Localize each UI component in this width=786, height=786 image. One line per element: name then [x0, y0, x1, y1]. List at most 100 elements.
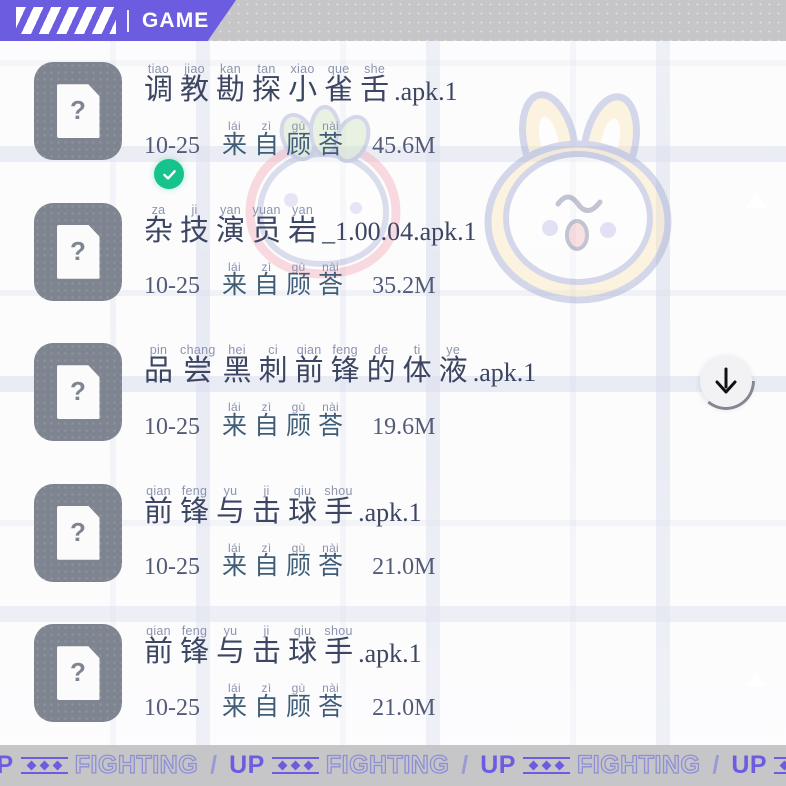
ruby-char: yan 岩 [288, 203, 317, 248]
unknown-file-icon: ? [34, 483, 122, 582]
han-character: 击 [252, 636, 282, 669]
han-character: 小 [288, 74, 318, 107]
document-glyph: ? [56, 84, 100, 139]
file-row[interactable]: ? pin 品 chang 尝 hei 黑 ci 刺 qian 前 feng 锋 de 的 ti 体 ye 液 .ap… [0, 322, 786, 463]
han-character: 自 [254, 131, 280, 159]
file-extension: .apk.1 [394, 76, 458, 106]
file-extension: _1.00.04.apk.1 [322, 217, 477, 247]
han-character: 技 [180, 214, 210, 247]
han-character: 球 [288, 495, 318, 528]
file-extension: .apk.1 [358, 498, 422, 528]
han-character: 前 [144, 636, 174, 669]
han-character: 手 [324, 495, 354, 528]
question-mark-icon: ? [70, 95, 86, 126]
file-row[interactable]: ? qian 前 feng 锋 yu 与 ji 击 qiu 球 shou 手 .apk.1 10-25 lái… [0, 463, 786, 604]
ruby-char: zì 自 [254, 401, 279, 440]
ruby-char: nài 荅 [318, 120, 343, 159]
file-source: lái 来 zì 自 gù 顾 nài 荅 [222, 401, 350, 440]
bottom-banner: UPFIGHTING/UPFIGHTING/UPFIGHTING/UPFIGHT… [0, 745, 786, 786]
document-glyph: ? [56, 224, 100, 279]
file-title: za 杂 ji 技 yan 演 yuan 员 yan 岩 _1.00.04.apk.1 [144, 203, 786, 248]
han-character: 荅 [318, 272, 344, 300]
banner-diamonds-icon [271, 757, 319, 774]
ruby-char: zì 自 [254, 542, 279, 581]
file-size: 35.2M [372, 273, 436, 300]
han-character: 舌 [360, 74, 390, 107]
file-source: lái 来 zì 自 gù 顾 nài 荅 [222, 120, 350, 159]
han-character: 手 [324, 636, 354, 669]
unknown-file-icon: ? [34, 624, 122, 723]
download-arrow-icon [715, 367, 737, 394]
han-character: 自 [254, 412, 280, 440]
han-character: 顾 [286, 553, 312, 581]
file-list[interactable]: ? tiao 调 jiao 教 kan 勘 tan 探 xiao 小 que 雀 she 舌 .apk.1 10… [0, 41, 786, 745]
han-character: 来 [222, 272, 248, 300]
file-date: 10-25 [144, 554, 200, 581]
app-header: GAME [0, 0, 786, 41]
file-extension: .apk.1 [472, 357, 537, 387]
ruby-char: ci 刺 [259, 344, 288, 388]
banner-diamonds-icon [20, 757, 68, 774]
banner-fighting-text: FIGHTING [576, 750, 701, 779]
file-info: tiao 调 jiao 教 kan 勘 tan 探 xiao 小 que 雀 she 舌 .apk.1 10-… [144, 63, 786, 159]
unknown-file-icon: ? [34, 62, 122, 161]
han-character: 锋 [180, 636, 210, 669]
han-character: 杂 [144, 214, 174, 247]
han-character: 顾 [286, 412, 312, 440]
ruby-char: chang 尝 [180, 344, 216, 388]
banner-fighting-text: FIGHTING [325, 750, 450, 779]
han-character: 来 [222, 553, 248, 581]
file-info: qian 前 feng 锋 yu 与 ji 击 qiu 球 shou 手 .apk.1 10-25 lái 来… [144, 625, 786, 721]
ruby-char: tan 探 [252, 63, 281, 107]
han-character: 品 [144, 355, 174, 388]
file-source: lái 来 zì 自 gù 顾 nài 荅 [222, 261, 350, 300]
ruby-char: ji 技 [180, 203, 210, 248]
han-character: 来 [222, 131, 248, 159]
han-character: 击 [252, 495, 282, 528]
han-character: 液 [438, 355, 468, 388]
file-row[interactable]: ? za 杂 ji 技 yan 演 yuan 员 yan 岩 _1.00.04.apk.1 10-25 l… [0, 182, 786, 323]
han-character: 雀 [324, 74, 354, 107]
question-mark-icon: ? [70, 235, 86, 266]
ruby-char: nài 荅 [318, 401, 343, 440]
han-character: 黑 [222, 355, 252, 388]
ruby-char: shou 手 [324, 625, 353, 669]
file-title: qian 前 feng 锋 yu 与 ji 击 qiu 球 shou 手 .apk.1 [144, 484, 786, 529]
ruby-char: tiao 调 [144, 63, 173, 107]
file-row[interactable]: ? tiao 调 jiao 教 kan 勘 tan 探 xiao 小 que 雀 she 舌 .apk.1 10… [0, 41, 786, 189]
han-character: 与 [216, 495, 246, 528]
file-meta: 10-25 lái 来 zì 自 gù 顾 nài 荅 45.6M [144, 120, 786, 159]
ruby-char: qiu 球 [288, 484, 318, 529]
download-button[interactable] [697, 352, 755, 410]
ruby-char: lái 来 [222, 682, 247, 721]
file-extension: .apk.1 [358, 638, 422, 668]
ruby-char: qian 前 [144, 484, 173, 529]
file-date: 10-25 [144, 132, 200, 159]
file-info: pin 品 chang 尝 hei 黑 ci 刺 qian 前 feng 锋 de 的 ti 体 ye 液 .apk… [144, 344, 786, 440]
diagonal-stripes-icon [16, 7, 116, 34]
download-button-disc [700, 355, 752, 407]
ruby-char: qiu 球 [288, 625, 317, 669]
ruby-char: hei 黑 [223, 344, 252, 388]
han-character: 顾 [286, 272, 312, 300]
han-character: 自 [254, 272, 280, 300]
file-size: 45.6M [372, 132, 436, 159]
header-brand-badge[interactable]: GAME [0, 0, 236, 41]
file-row[interactable]: ? qian 前 feng 锋 yu 与 ji 击 qiu 球 shou 手 .apk.1 10-25 lái… [0, 603, 786, 744]
banner-fighting-text: FIGHTING [74, 750, 199, 779]
ruby-char: xiao 小 [288, 63, 317, 107]
file-size: 21.0M [372, 554, 436, 581]
ruby-char: nài 荅 [318, 542, 343, 581]
file-date: 10-25 [144, 694, 200, 721]
banner-marquee: UPFIGHTING/UPFIGHTING/UPFIGHTING/UPFIGHT… [0, 750, 786, 780]
ruby-char: gù 顾 [286, 542, 311, 581]
file-date: 10-25 [144, 413, 200, 440]
han-character: 自 [254, 553, 280, 581]
han-character: 的 [366, 355, 396, 388]
han-character: 荅 [318, 412, 344, 440]
ruby-char: gù 顾 [286, 401, 311, 440]
banner-up-text: UP [480, 751, 516, 779]
ruby-char: ti 体 [403, 344, 432, 388]
han-character: 演 [216, 214, 246, 247]
document-glyph: ? [56, 365, 100, 420]
